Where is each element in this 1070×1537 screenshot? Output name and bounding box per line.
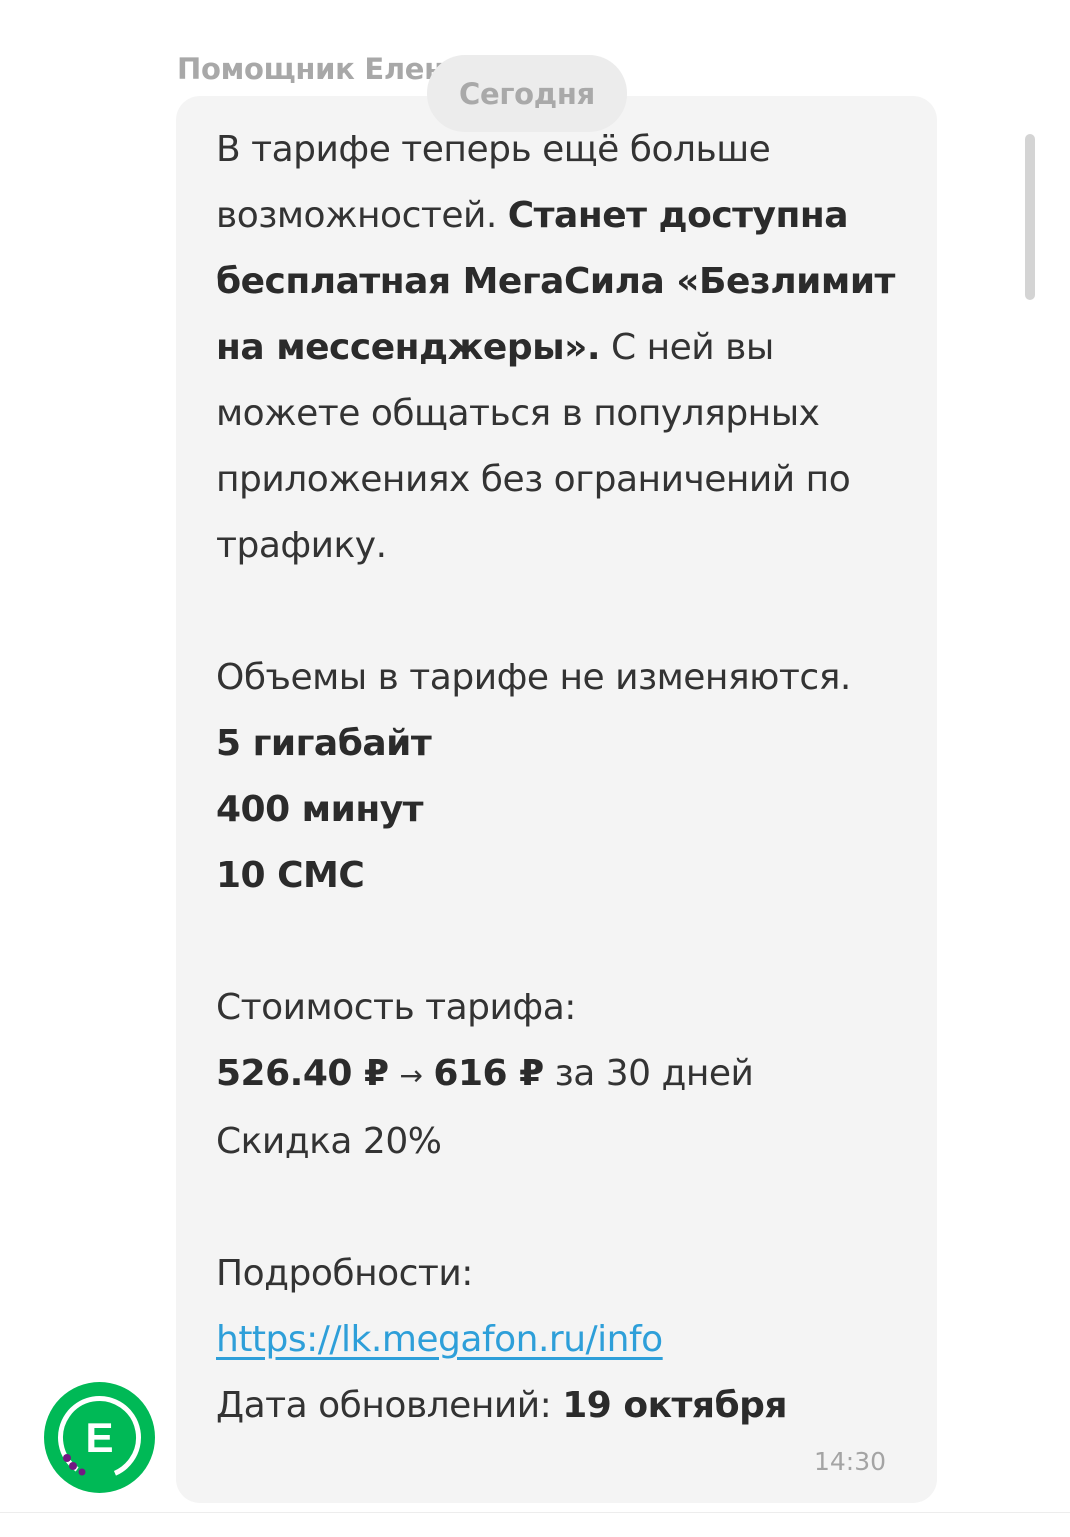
date-separator: Сегодня	[427, 55, 627, 132]
scrollbar[interactable]	[1025, 134, 1035, 300]
volumes-heading: Объемы в тарифе не изменяются.	[216, 657, 851, 698]
discount-text: Скидка 20%	[216, 1121, 442, 1162]
volume-item-data: 5 гигабайт	[216, 723, 432, 764]
details-link[interactable]: https://lk.megafon.ru/info	[216, 1319, 663, 1360]
price-new: 616 ₽	[433, 1053, 544, 1094]
message-paragraph-intro: В тарифе теперь ещё больше возможностей.…	[216, 117, 916, 579]
sender-name: Помощник Елен	[177, 52, 444, 86]
details-label: Подробности:	[216, 1253, 473, 1294]
message-time: 14:30	[814, 1447, 887, 1476]
update-label: Дата обновлений:	[216, 1385, 563, 1426]
price-old: 526.40 ₽	[216, 1053, 389, 1094]
message-text: В тарифе теперь ещё больше возможностей.…	[216, 117, 916, 1439]
update-line: Дата обновлений: 19 октября	[216, 1373, 916, 1439]
avatar[interactable]: E	[44, 1382, 155, 1493]
price-period: за 30 дней	[554, 1053, 754, 1094]
update-date: 19 октября	[562, 1385, 788, 1426]
divider	[0, 1512, 1070, 1513]
volume-item-minutes: 400 минут	[216, 789, 424, 830]
price-heading: Стоимость тарифа:	[216, 987, 576, 1028]
price-arrow: →	[399, 1059, 423, 1092]
volume-item-sms: 10 СМС	[216, 855, 365, 896]
price-line: 526.40 ₽ → 616 ₽ за 30 дней	[216, 1041, 916, 1109]
avatar-letter: E	[85, 1413, 114, 1461]
